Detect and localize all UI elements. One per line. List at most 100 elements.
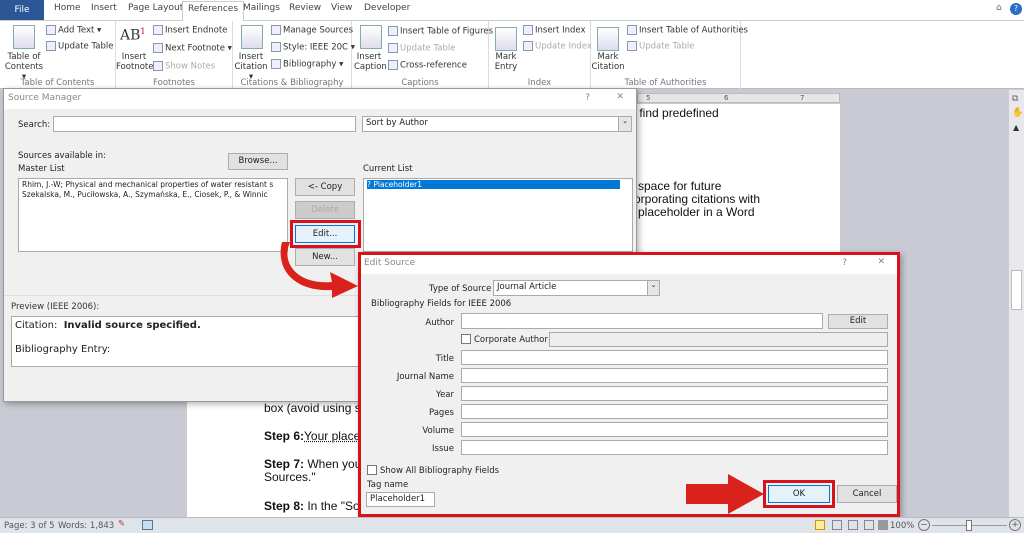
sources-available-label: Sources available in: [18, 151, 107, 161]
tab-mailings[interactable]: Mailings [243, 3, 280, 13]
document-text: placeholder in a Word [638, 205, 755, 219]
document-text: y find predefined [630, 106, 719, 120]
mark-entry-button[interactable]: Mark Entry [491, 52, 521, 72]
show-notes-button[interactable]: Show Notes [153, 61, 215, 72]
select-browse-icon[interactable]: ⧉ [1012, 94, 1018, 104]
group-label: Footnotes [153, 78, 195, 88]
dialog-title-bar: Source Manager ? ✕ [4, 89, 636, 109]
search-input[interactable] [53, 116, 356, 132]
insert-index-icon [523, 25, 533, 35]
tab-review[interactable]: Review [289, 3, 321, 13]
update-table-icon [388, 43, 398, 53]
update-index-button[interactable]: Update Index [523, 41, 592, 52]
tab-page-layout[interactable]: Page Layout [128, 3, 183, 13]
help-button[interactable]: ? [842, 258, 847, 268]
tag-name-input[interactable]: Placeholder1 [366, 492, 435, 507]
corporate-author-checkbox[interactable] [461, 334, 471, 344]
update-index-icon [523, 41, 533, 51]
cancel-button[interactable]: Cancel [837, 485, 897, 503]
insert-endnote-button[interactable]: Insert Endnote [153, 25, 227, 36]
hand-icon[interactable]: ✋ [1012, 108, 1023, 118]
list-item[interactable]: Rhim, J.-W; Physical and mechanical prop… [22, 180, 284, 190]
show-all-fields-checkbox[interactable] [367, 465, 377, 475]
page-count[interactable]: Page: 3 of 5 [4, 521, 55, 531]
next-footnote-button[interactable]: Next Footnote ▾ [153, 43, 232, 54]
add-text-button[interactable]: Add Text ▾ [46, 25, 101, 36]
tab-references[interactable]: References [182, 1, 245, 21]
document-text: Step 8: In the "So [264, 499, 360, 513]
vertical-scrollbar[interactable]: ⧉ ✋ ▲ [1008, 90, 1024, 517]
ruler-mark: 6 [724, 94, 729, 102]
update-table-authorities-button[interactable]: Update Table [627, 41, 694, 52]
document-text: Step 7: When you [264, 457, 362, 471]
zoom-slider-thumb[interactable] [966, 520, 972, 531]
mark-citation-button[interactable]: Mark Citation [591, 52, 625, 72]
tab-developer[interactable]: Developer [364, 3, 410, 13]
style-dropdown[interactable]: Style: IEEE 20C ▾ [271, 42, 355, 53]
document-text: Step 6:Your place [264, 429, 361, 443]
dialog-title: Source Manager [8, 93, 82, 103]
browse-button[interactable]: Browse... [228, 153, 288, 170]
full-screen-reading-icon[interactable] [832, 520, 842, 530]
journal-name-input[interactable] [461, 368, 888, 383]
horizontal-ruler[interactable]: 5 6 7 [637, 93, 840, 103]
citation-label: Citation: [15, 320, 58, 331]
copy-button[interactable]: <- Copy [295, 178, 355, 196]
insert-table-of-figures-button[interactable]: Insert Table of Figures [388, 26, 493, 37]
type-of-source-label: Type of Source [429, 284, 492, 294]
web-layout-icon[interactable] [848, 520, 858, 530]
delete-button[interactable]: Delete [295, 201, 355, 219]
update-table-icon [46, 41, 56, 51]
tab-home[interactable]: Home [54, 3, 81, 13]
manage-sources-button[interactable]: Manage Sources [271, 25, 353, 36]
cross-reference-button[interactable]: Cross-reference [388, 60, 467, 71]
insert-table-of-authorities-button[interactable]: Insert Table of Authorities [627, 25, 748, 36]
zoom-in-icon[interactable]: + [1009, 519, 1021, 531]
journal-name-label: Journal Name [396, 372, 454, 382]
pages-input[interactable] [461, 404, 888, 419]
draft-icon[interactable] [878, 520, 888, 530]
zoom-out-icon[interactable]: − [918, 519, 930, 531]
print-layout-icon[interactable] [815, 520, 825, 530]
macro-icon[interactable] [142, 520, 153, 530]
group-citations-bibliography: Insert Citation ▾ Manage Sources Style: … [233, 21, 355, 89]
list-item-selected[interactable]: ? Placeholder1 [367, 180, 620, 189]
issue-input[interactable] [461, 440, 888, 455]
table-of-contents-icon [13, 25, 35, 49]
proofing-icon[interactable]: ✎ [118, 519, 125, 529]
zoom-level[interactable]: 100% [890, 521, 914, 531]
current-list[interactable]: ? Placeholder1 [363, 178, 633, 252]
tab-view[interactable]: View [331, 3, 352, 13]
help-button[interactable]: ? [585, 93, 590, 103]
year-input[interactable] [461, 386, 888, 401]
scroll-thumb[interactable] [1011, 270, 1022, 310]
outline-icon[interactable] [864, 520, 874, 530]
close-button[interactable]: ✕ [616, 92, 624, 102]
master-list[interactable]: Rhim, J.-W; Physical and mechanical prop… [18, 178, 288, 252]
insert-footnote-button[interactable]: Insert Footnote [116, 52, 153, 72]
author-edit-button[interactable]: Edit [828, 314, 888, 329]
list-item[interactable]: Szekalska, M., Puciłowska, A., Szymańska… [22, 190, 284, 200]
insert-caption-button[interactable]: Insert Caption [354, 52, 387, 72]
word-count[interactable]: Words: 1,843 [58, 521, 114, 531]
tab-file[interactable]: File [0, 0, 44, 20]
tab-insert[interactable]: Insert [91, 3, 117, 13]
corporate-author-input[interactable] [549, 332, 888, 347]
group-captions: Insert Caption Insert Table of Figures U… [352, 21, 493, 89]
close-button[interactable]: ✕ [877, 257, 885, 267]
title-input[interactable] [461, 350, 888, 365]
minimize-ribbon-icon[interactable]: ⌂ [996, 3, 1002, 13]
scroll-up-icon[interactable]: ▲ [1013, 123, 1019, 132]
sort-dropdown[interactable]: Sort by Author ⌄ [362, 116, 632, 132]
update-table-button[interactable]: Update Table [46, 41, 113, 52]
insert-index-button[interactable]: Insert Index [523, 25, 585, 36]
manage-sources-icon [271, 25, 281, 35]
status-bar: Page: 3 of 5 Words: 1,843 ✎ 100% − + [0, 517, 1024, 533]
help-icon[interactable]: ? [1010, 3, 1022, 15]
author-input[interactable] [461, 313, 823, 329]
volume-input[interactable] [461, 422, 888, 437]
bibliography-button[interactable]: Bibliography ▾ [271, 59, 343, 70]
update-table-figures-button[interactable]: Update Table [388, 43, 455, 54]
type-of-source-dropdown[interactable]: Journal Article ⌄ [493, 280, 660, 296]
document-text: space for future [638, 179, 722, 193]
